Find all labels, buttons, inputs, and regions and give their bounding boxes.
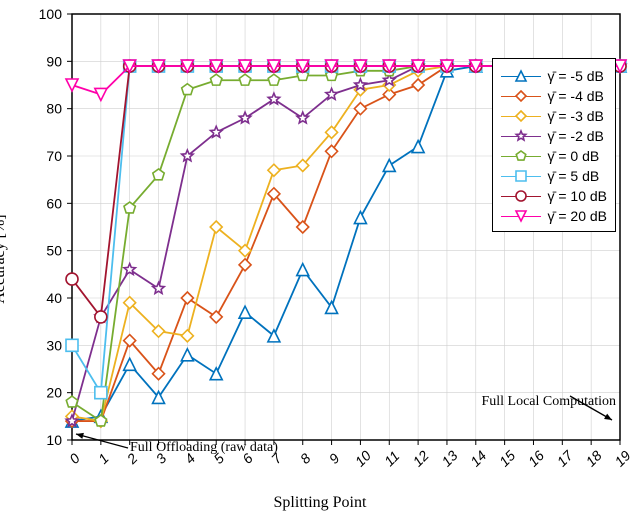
svg-text:10: 10 xyxy=(352,447,374,469)
svg-text:100: 100 xyxy=(39,6,63,22)
legend-label: γ̄ = -2 dB xyxy=(547,127,603,145)
legend-label: γ̄ = 10 dB xyxy=(547,187,607,205)
legend-swatch xyxy=(501,169,541,183)
chart-root: 0123456789101112131415161718191020304050… xyxy=(0,0,640,518)
legend-swatch xyxy=(501,69,541,83)
legend-swatch xyxy=(501,129,541,143)
svg-text:18: 18 xyxy=(582,447,604,469)
legend-label: γ̄ = 5 dB xyxy=(547,167,599,185)
legend-swatch xyxy=(501,189,541,203)
legend-item: γ̄ = -2 dB xyxy=(501,127,607,145)
legend-item: γ̄ = 0 dB xyxy=(501,147,607,165)
legend-swatch xyxy=(501,89,541,103)
svg-text:17: 17 xyxy=(554,446,577,469)
x-axis-label: Splitting Point xyxy=(0,494,640,512)
svg-text:90: 90 xyxy=(46,53,62,69)
legend-item: γ̄ = -4 dB xyxy=(501,87,607,105)
svg-text:40: 40 xyxy=(46,290,62,306)
svg-text:80: 80 xyxy=(46,101,62,117)
svg-text:11: 11 xyxy=(381,448,403,470)
legend-swatch xyxy=(501,109,541,123)
svg-text:30: 30 xyxy=(46,337,62,353)
legend-label: γ̄ = -5 dB xyxy=(547,67,603,85)
legend-label: γ̄ = -3 dB xyxy=(547,107,603,125)
legend-label: γ̄ = 0 dB xyxy=(547,147,599,165)
annotation-full-offloading: Full Offloading (raw data) xyxy=(130,440,278,456)
svg-text:14: 14 xyxy=(467,447,489,469)
svg-text:1: 1 xyxy=(95,450,112,467)
svg-text:15: 15 xyxy=(496,447,518,469)
annotation-full-local: Full Local Computation xyxy=(481,394,616,410)
legend-swatch xyxy=(501,209,541,223)
legend-item: γ̄ = -3 dB xyxy=(501,107,607,125)
svg-text:20: 20 xyxy=(46,385,62,401)
svg-text:19: 19 xyxy=(611,447,633,469)
legend: γ̄ = -5 dB γ̄ = -4 dB γ̄ = -3 dB γ̄ = -2 dB… xyxy=(492,58,616,232)
legend-item: γ̄ = -5 dB xyxy=(501,67,607,85)
svg-text:60: 60 xyxy=(46,195,62,211)
svg-text:12: 12 xyxy=(409,447,431,469)
svg-text:0: 0 xyxy=(66,450,83,467)
svg-text:10: 10 xyxy=(46,432,62,448)
svg-text:16: 16 xyxy=(525,447,547,469)
legend-label: γ̄ = -4 dB xyxy=(547,87,603,105)
legend-item: γ̄ = 10 dB xyxy=(501,187,607,205)
svg-text:50: 50 xyxy=(46,243,62,259)
legend-item: γ̄ = 20 dB xyxy=(501,207,607,225)
svg-text:70: 70 xyxy=(46,148,62,164)
legend-item: γ̄ = 5 dB xyxy=(501,167,607,185)
y-axis-label: Accuracy [%] xyxy=(0,29,9,489)
svg-text:13: 13 xyxy=(438,447,460,469)
legend-label: γ̄ = 20 dB xyxy=(547,207,607,225)
svg-text:9: 9 xyxy=(326,450,343,467)
svg-text:8: 8 xyxy=(297,450,314,467)
legend-swatch xyxy=(501,149,541,163)
